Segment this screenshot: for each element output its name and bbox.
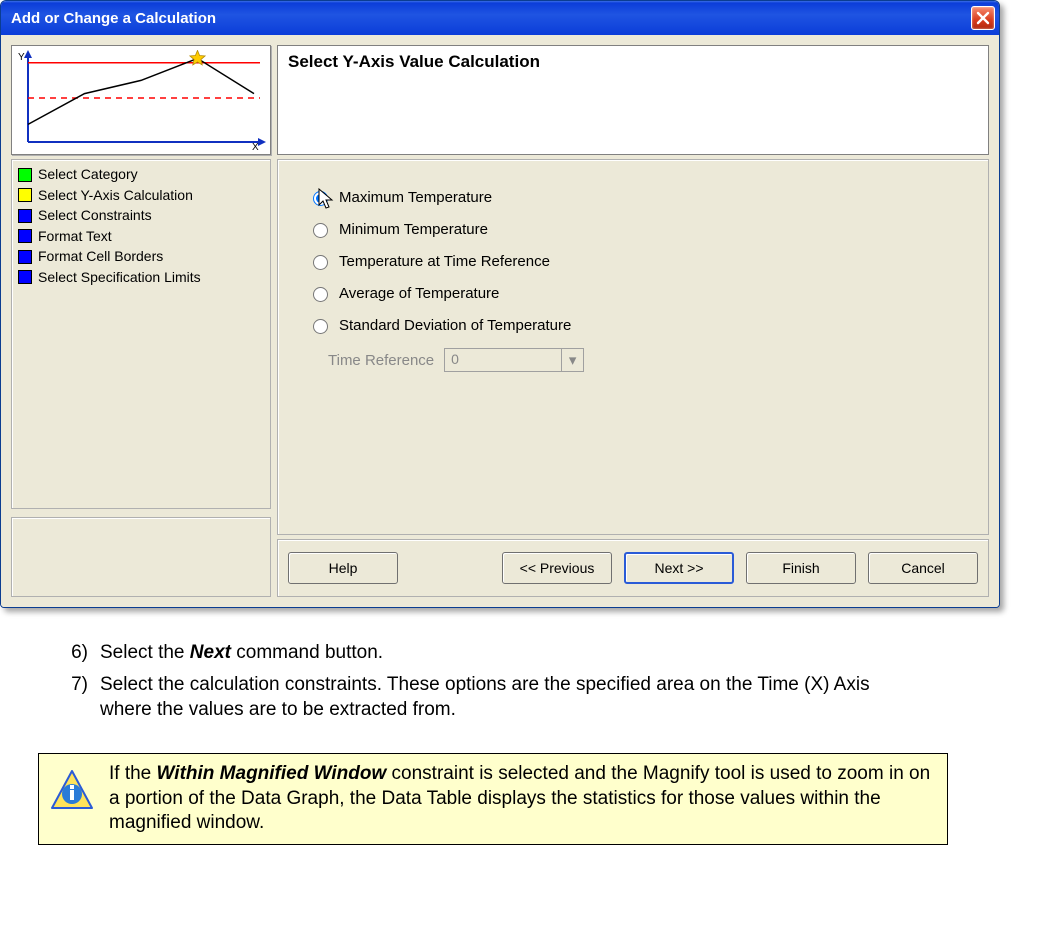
time-reference-label: Time Reference (328, 352, 434, 369)
calc-option-label: Temperature at Time Reference (339, 253, 550, 270)
svg-text:X: X (252, 142, 259, 150)
step-swatch (18, 168, 32, 182)
options-panel: Maximum Temperature Minimum Temperature Te… (277, 159, 989, 535)
instruction-item: 6) Select the Next command button. (60, 640, 920, 666)
instruction-text: Select the Next command button. (100, 640, 920, 666)
wizard-step-item[interactable]: Select Y-Axis Calculation (18, 187, 266, 205)
step-label: Format Text (38, 228, 112, 246)
step-label: Select Y-Axis Calculation (38, 187, 193, 205)
wizard-step-item[interactable]: Select Specification Limits (18, 269, 266, 287)
calc-option[interactable]: Maximum Temperature (308, 188, 958, 206)
calc-option-radio[interactable] (313, 255, 328, 270)
finish-button[interactable]: Finish (746, 552, 856, 584)
titlebar: Add or Change a Calculation (1, 1, 999, 35)
step-swatch (18, 229, 32, 243)
chevron-down-icon: ▾ (561, 349, 583, 371)
step-label: Select Specification Limits (38, 269, 201, 287)
chart-preview: Y X (11, 45, 271, 155)
step-swatch (18, 188, 32, 202)
instruction-number: 7) (60, 672, 88, 723)
help-button[interactable]: Help (288, 552, 398, 584)
calc-option-radio[interactable] (313, 223, 328, 238)
close-icon (976, 11, 990, 25)
step-heading: Select Y-Axis Value Calculation (277, 45, 989, 155)
calc-option-radio[interactable] (313, 287, 328, 302)
calc-option-radio[interactable] (313, 191, 328, 206)
calc-option[interactable]: Temperature at Time Reference (308, 252, 958, 270)
time-reference-field: 0 ▾ (444, 348, 584, 372)
info-note: If the Within Magnified Window constrain… (38, 753, 948, 845)
calc-option-radio[interactable] (313, 319, 328, 334)
time-reference-value: 0 (445, 349, 561, 371)
step-label: Select Constraints (38, 207, 152, 225)
step-label: Format Cell Borders (38, 248, 163, 266)
calc-option-label: Minimum Temperature (339, 221, 488, 238)
svg-text:Y: Y (18, 52, 25, 63)
calc-option-label: Maximum Temperature (339, 189, 492, 206)
calc-option[interactable]: Average of Temperature (308, 284, 958, 302)
info-icon (49, 768, 95, 814)
step-label: Select Category (38, 166, 138, 184)
button-row: Help << Previous Next >> Finish Cancel (277, 539, 989, 597)
calculation-wizard-dialog: Add or Change a Calculation (0, 0, 1000, 608)
wizard-step-item[interactable]: Format Cell Borders (18, 248, 266, 266)
cancel-button[interactable]: Cancel (868, 552, 978, 584)
instruction-number: 6) (60, 640, 88, 666)
time-reference-row: Time Reference 0 ▾ (328, 348, 958, 372)
left-spacer (11, 517, 271, 597)
instruction-item: 7)Select the calculation constraints. Th… (60, 672, 920, 723)
wizard-step-item[interactable]: Select Category (18, 166, 266, 184)
wizard-step-item[interactable]: Format Text (18, 228, 266, 246)
step-swatch (18, 209, 32, 223)
window-title: Add or Change a Calculation (11, 10, 971, 27)
step-swatch (18, 270, 32, 284)
wizard-step-item[interactable]: Select Constraints (18, 207, 266, 225)
info-note-text: If the Within Magnified Window constrain… (109, 762, 937, 836)
step-swatch (18, 250, 32, 264)
previous-button[interactable]: << Previous (502, 552, 612, 584)
instruction-text: Select the calculation constraints. Thes… (100, 672, 920, 723)
calc-option-label: Standard Deviation of Temperature (339, 317, 571, 334)
next-button[interactable]: Next >> (624, 552, 734, 584)
calc-option[interactable]: Minimum Temperature (308, 220, 958, 238)
calc-option[interactable]: Standard Deviation of Temperature (308, 316, 958, 334)
close-button[interactable] (971, 6, 995, 30)
calc-option-label: Average of Temperature (339, 285, 499, 302)
wizard-step-list: Select Category Select Y-Axis Calculation… (11, 159, 271, 509)
instruction-list: 6) Select the Next command button. 7)Selec… (0, 616, 960, 739)
